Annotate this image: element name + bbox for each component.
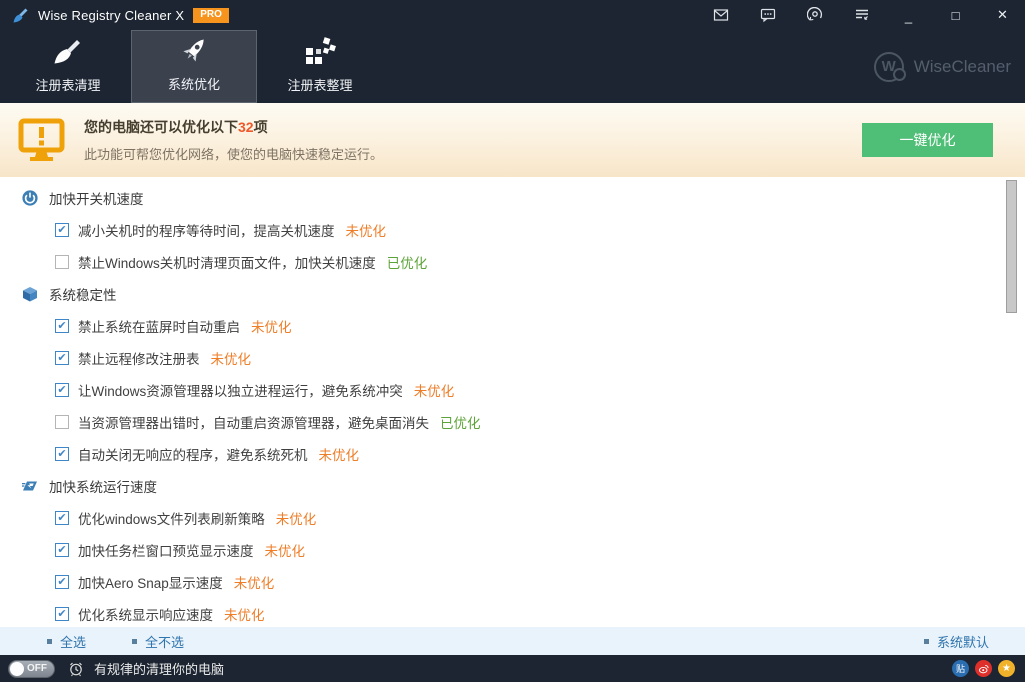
window-title: Wise Registry Cleaner X <box>38 8 184 23</box>
optimize-banner: 您的电脑还可以优化以下32项 此功能可帮您优化网络，使您的电脑快速稳定运行。 一… <box>0 103 1025 177</box>
tweak-label: 禁止Windows关机时清理页面文件，加快关机速度 <box>78 252 376 272</box>
scrollbar[interactable] <box>1006 180 1017 313</box>
rocket-icon <box>176 33 212 69</box>
tweak-row: ✔ 优化系统显示响应速度未优化 <box>0 598 1025 627</box>
tweak-label: 优化系统显示响应速度 <box>78 604 213 624</box>
tweak-checkbox[interactable]: ✔ <box>55 319 69 333</box>
tweak-checkbox[interactable] <box>55 255 69 269</box>
wisecleaner-logo: W WiseCleaner <box>874 52 1011 82</box>
tweak-row: ✔ 加快Aero Snap显示速度未优化 <box>0 566 1025 598</box>
qzone-icon[interactable]: ★ <box>998 660 1015 677</box>
app-logo-icon <box>12 7 29 24</box>
tweak-row: ✔ 加快任务栏窗口预览显示速度未优化 <box>0 534 1025 566</box>
tweak-label: 自动关闭无响应的程序，避免系统死机 <box>78 444 308 464</box>
section-title: 加快开关机速度 <box>49 188 144 208</box>
optimizable-count: 32 <box>238 119 254 135</box>
speed-icon <box>22 478 38 494</box>
power-icon <box>22 190 38 206</box>
banner-title: 您的电脑还可以优化以下32项 <box>84 117 383 137</box>
maximize-button[interactable]: □ <box>947 7 964 24</box>
social-links: 贴 ★ <box>946 660 1015 677</box>
tweak-checkbox[interactable]: ✔ <box>55 511 69 525</box>
app-window: Wise Registry Cleaner X PRO _ □ ✕ <box>0 0 1025 682</box>
tweak-label: 减小关机时的程序等待时间，提高关机速度 <box>78 220 335 240</box>
minimize-button[interactable]: _ <box>900 7 917 24</box>
tweaks-list: 加快开关机速度✔减小关机时的程序等待时间，提高关机速度未优化禁止Windows关… <box>0 177 1025 627</box>
tweak-row: ✔ 让Windows资源管理器以独立进程运行，避免系统冲突未优化 <box>0 374 1025 406</box>
status-label: 未优化 <box>414 380 455 400</box>
select-none-link[interactable]: 全不选 <box>132 632 184 651</box>
status-label: 未优化 <box>319 444 360 464</box>
tweak-checkbox[interactable]: ✔ <box>55 543 69 557</box>
tweak-row: ✔ 自动关闭无响应的程序，避免系统死机未优化 <box>0 438 1025 470</box>
titlebar-actions: _ □ ✕ <box>682 7 1011 24</box>
defrag-icon <box>302 34 338 70</box>
system-default-link[interactable]: 系统默认 <box>924 632 989 651</box>
tweak-label: 禁止远程修改注册表 <box>78 348 200 368</box>
tweak-checkbox[interactable]: ✔ <box>55 223 69 237</box>
section-header: 加快开关机速度 <box>0 182 1025 214</box>
tweak-label: 加快Aero Snap显示速度 <box>78 572 223 592</box>
section-title: 加快系统运行速度 <box>49 476 157 496</box>
tweak-checkbox[interactable] <box>55 415 69 429</box>
main-tab-bar: 注册表清理 系统优化 注册表整理 W WiseCleaner <box>0 30 1025 103</box>
tweak-checkbox[interactable]: ✔ <box>55 447 69 461</box>
select-all-link[interactable]: 全选 <box>47 632 86 651</box>
tweak-label: 禁止系统在蓝屏时自动重启 <box>78 316 240 336</box>
tweak-checkbox[interactable]: ✔ <box>55 607 69 621</box>
status-bar: OFF 有规律的清理你的电脑 贴 ★ <box>0 655 1025 682</box>
tab-system-tuneup[interactable]: 系统优化 <box>131 30 257 103</box>
feedback-icon[interactable] <box>759 7 776 24</box>
schedule-toggle[interactable]: OFF <box>8 660 55 678</box>
tweak-row: 禁止Windows关机时清理页面文件，加快关机速度已优化 <box>0 246 1025 278</box>
status-label: 未优化 <box>346 220 387 240</box>
section-header: 加快系统运行速度 <box>0 470 1025 502</box>
support-icon[interactable] <box>806 7 823 24</box>
tweak-row: ✔ 优化windows文件列表刷新策略未优化 <box>0 502 1025 534</box>
mail-icon[interactable] <box>712 7 729 24</box>
tweak-label: 当资源管理器出错时，自动重启资源管理器，避免桌面消失 <box>78 412 429 432</box>
menu-icon[interactable] <box>853 7 870 24</box>
status-label: 未优化 <box>265 540 306 560</box>
tieba-icon[interactable]: 贴 <box>952 660 969 677</box>
status-label: 未优化 <box>211 348 252 368</box>
section-title: 系统稳定性 <box>49 284 117 304</box>
cube-icon <box>22 286 38 302</box>
tweak-row: ✔ 减小关机时的程序等待时间，提高关机速度未优化 <box>0 214 1025 246</box>
close-button[interactable]: ✕ <box>994 7 1011 24</box>
tab-registry-cleaner[interactable]: 注册表清理 <box>5 30 131 103</box>
tweak-row: 当资源管理器出错时，自动重启资源管理器，避免桌面消失已优化 <box>0 406 1025 438</box>
tweak-label: 让Windows资源管理器以独立进程运行，避免系统冲突 <box>78 380 403 400</box>
tweak-label: 加快任务栏窗口预览显示速度 <box>78 540 254 560</box>
title-bar: Wise Registry Cleaner X PRO _ □ ✕ <box>0 0 1025 30</box>
one-click-optimize-button[interactable]: 一键优化 <box>862 123 993 157</box>
tweak-row: ✔ 禁止远程修改注册表未优化 <box>0 342 1025 374</box>
tab-registry-defrag[interactable]: 注册表整理 <box>257 30 383 103</box>
status-label: 未优化 <box>224 604 265 624</box>
tweak-checkbox[interactable]: ✔ <box>55 575 69 589</box>
brush-icon <box>50 34 86 70</box>
alarm-clock-icon <box>68 661 84 677</box>
status-label: 未优化 <box>276 508 317 528</box>
tweak-checkbox[interactable]: ✔ <box>55 383 69 397</box>
status-label: 未优化 <box>234 572 275 592</box>
pro-badge: PRO <box>193 8 229 23</box>
section-header: 系统稳定性 <box>0 278 1025 310</box>
warning-monitor-icon <box>18 118 65 163</box>
schedule-text: 有规律的清理你的电脑 <box>94 659 224 678</box>
banner-subtitle: 此功能可帮您优化网络，使您的电脑快速稳定运行。 <box>84 144 383 163</box>
status-label: 未优化 <box>251 316 292 336</box>
tweak-checkbox[interactable]: ✔ <box>55 351 69 365</box>
weibo-icon[interactable] <box>975 660 992 677</box>
status-label: 已优化 <box>440 412 481 432</box>
tweak-label: 优化windows文件列表刷新策略 <box>78 508 265 528</box>
tweak-row: ✔ 禁止系统在蓝屏时自动重启未优化 <box>0 310 1025 342</box>
selection-footer: 全选 全不选 系统默认 <box>0 627 1025 655</box>
status-label: 已优化 <box>387 252 428 272</box>
